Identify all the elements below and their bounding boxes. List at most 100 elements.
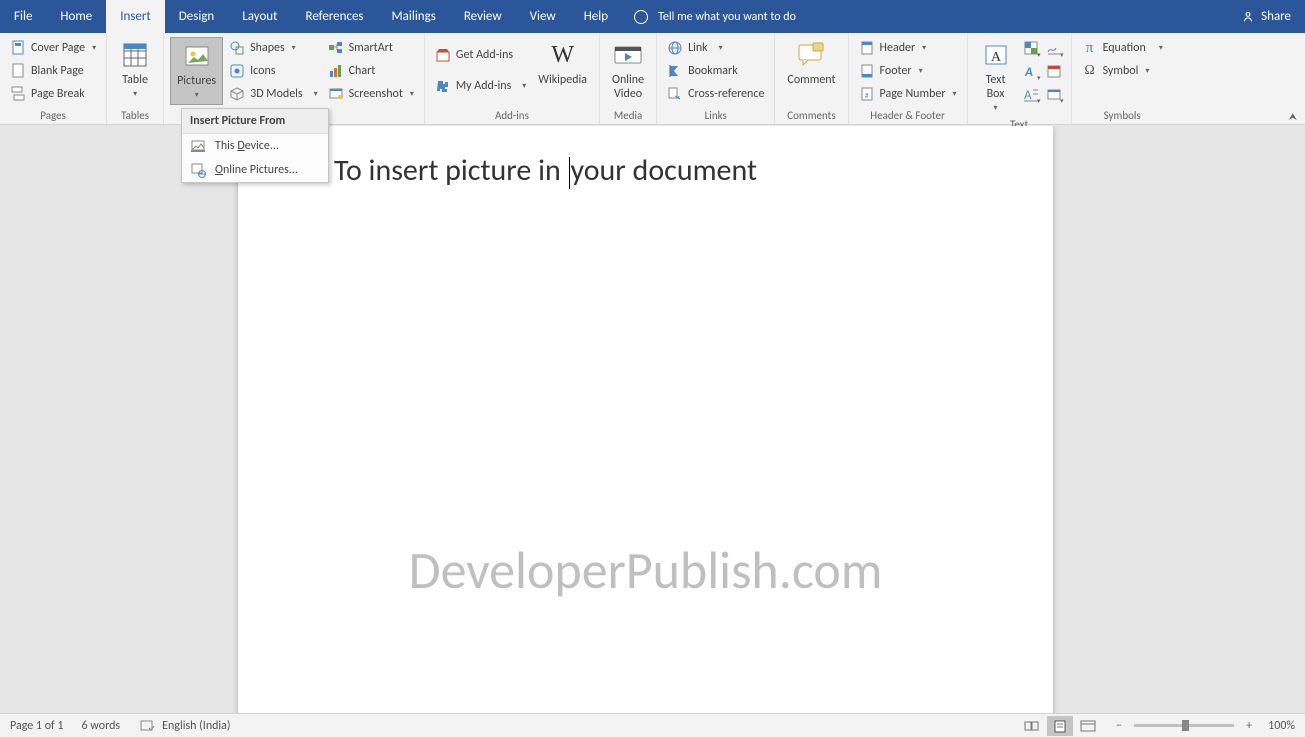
dropdown-icon: ▾ (92, 43, 96, 53)
tell-me[interactable]: Tell me what you want to do (634, 0, 796, 33)
tab-references[interactable]: References (292, 0, 378, 33)
tab-help[interactable]: Help (570, 0, 622, 33)
cross-ref-icon (667, 86, 683, 102)
page-number-button[interactable]: #Page Number▾ (855, 83, 961, 105)
insert-picture-dropdown: Insert Picture From This Device... Onlin… (181, 108, 329, 183)
online-video-button[interactable]: Online Video (606, 37, 650, 103)
watermark: DeveloperPublish.com (238, 538, 1053, 602)
symbol-button[interactable]: ΩSymbol▾ (1078, 60, 1167, 82)
bookmark-button[interactable]: Bookmark (663, 60, 768, 82)
tab-home[interactable]: Home (46, 0, 106, 33)
document-area[interactable]: To insert picture in your document Devel… (0, 126, 1305, 713)
symbol-icon: Ω (1082, 63, 1098, 79)
cover-page-button[interactable]: Cover Page ▾ (6, 37, 100, 59)
link-button[interactable]: Link▾ (663, 37, 768, 59)
group-symbols-label: Symbols (1078, 108, 1167, 124)
print-layout-button[interactable] (1047, 716, 1073, 736)
page-number-icon: # (859, 86, 875, 102)
zoom-out-button[interactable]: − (1112, 719, 1126, 733)
date-time-icon (1046, 63, 1062, 79)
group-links: Link▾ Bookmark Cross-reference Links (657, 33, 775, 124)
comment-button[interactable]: Comment (781, 37, 841, 89)
tab-view[interactable]: View (516, 0, 570, 33)
language-indicator[interactable]: English (India) (162, 719, 230, 733)
text-box-button[interactable]: A Text Box▾ (974, 37, 1018, 117)
equation-button[interactable]: πEquation▾ (1078, 37, 1167, 59)
zoom-knob[interactable] (1182, 720, 1189, 731)
cover-page-label: Cover Page (31, 41, 85, 55)
pictures-label: Pictures (177, 74, 216, 88)
dropdown-icon: ▾ (410, 89, 414, 99)
smartart-label: SmartArt (349, 41, 393, 55)
collapse-ribbon-button[interactable]: ⮝ (1289, 110, 1298, 123)
chart-button[interactable]: Chart (324, 60, 418, 82)
pictures-icon (181, 40, 213, 72)
share-button[interactable]: Share (1241, 0, 1291, 33)
footer-icon (859, 63, 875, 79)
drop-cap-button[interactable]: A▾ (1020, 83, 1042, 105)
table-button[interactable]: Table ▾ (113, 37, 157, 103)
footer-button[interactable]: Footer▾ (855, 60, 961, 82)
zoom-level[interactable]: 100% (1268, 719, 1295, 733)
wordart-button[interactable]: A▾ (1020, 60, 1042, 82)
read-mode-button[interactable] (1019, 716, 1045, 736)
text-box-label: Text Box (986, 73, 1006, 101)
my-addins-button[interactable]: My Add-ins▾ (431, 75, 530, 97)
tab-design[interactable]: Design (165, 0, 228, 33)
web-layout-button[interactable] (1075, 716, 1101, 736)
date-time-button[interactable] (1043, 60, 1065, 82)
zoom-slider[interactable] (1134, 724, 1234, 727)
shapes-button[interactable]: Shapes▾ (225, 37, 322, 59)
tab-review[interactable]: Review (450, 0, 516, 33)
tab-insert[interactable]: Insert (106, 0, 165, 33)
page-break-button[interactable]: Page Break (6, 83, 100, 105)
page-indicator[interactable]: Page 1 of 1 (10, 719, 64, 733)
zoom-in-button[interactable]: + (1242, 719, 1256, 733)
video-icon (612, 39, 644, 71)
document-page[interactable]: To insert picture in your document Devel… (238, 126, 1053, 713)
quick-parts-button[interactable]: ▾ (1020, 37, 1042, 59)
pictures-button[interactable]: Pictures ▾ (170, 37, 223, 105)
object-button[interactable]: ▾ (1043, 83, 1065, 105)
svg-text:A: A (1024, 88, 1032, 102)
wikipedia-label: Wikipedia (538, 73, 587, 87)
group-header-footer: Header▾ Footer▾ #Page Number▾ Header & F… (849, 33, 968, 124)
get-addins-button[interactable]: Get Add-ins (431, 44, 530, 66)
spell-check-button[interactable] (135, 716, 161, 736)
group-symbols: πEquation▾ ΩSymbol▾ Symbols (1072, 33, 1173, 124)
header-button[interactable]: Header▾ (855, 37, 961, 59)
dropdown-icon: ▾ (919, 66, 923, 76)
online-pictures-item[interactable]: Online Pictures... (182, 158, 328, 182)
wikipedia-button[interactable]: W Wikipedia (532, 37, 593, 89)
tab-layout[interactable]: Layout (228, 0, 291, 33)
icons-button[interactable]: Icons (225, 60, 322, 82)
smartart-button[interactable]: SmartArt (324, 37, 418, 59)
dropdown-icon: ▾ (994, 101, 998, 115)
document-text[interactable]: To insert picture in your document (334, 152, 757, 189)
cover-page-icon (10, 40, 26, 56)
this-device-item[interactable]: This Device... (182, 134, 328, 158)
cross-reference-button[interactable]: Cross-reference (663, 83, 768, 105)
bookmark-label: Bookmark (688, 64, 738, 78)
word-count[interactable]: 6 words (82, 719, 121, 733)
dropdown-icon: ▾ (719, 43, 723, 53)
chart-icon (328, 63, 344, 79)
dropdown-icon: ▾ (133, 87, 137, 101)
equation-label: Equation (1103, 41, 1146, 55)
screenshot-button[interactable]: Screenshot▾ (324, 83, 418, 105)
page-break-label: Page Break (31, 87, 85, 101)
group-comments-label: Comments (781, 108, 841, 124)
dropdown-icon: ▾ (314, 89, 318, 99)
this-device-label: This Device... (215, 139, 279, 153)
screenshot-icon (328, 86, 344, 102)
signature-line-button[interactable]: ▾ (1043, 37, 1065, 59)
blank-page-button[interactable]: Blank Page (6, 60, 100, 82)
smartart-icon (328, 40, 344, 56)
web-layout-icon (1079, 719, 1097, 733)
tab-mailings[interactable]: Mailings (378, 0, 450, 33)
3d-models-button[interactable]: 3D Models▾ (225, 83, 322, 105)
header-icon (859, 40, 875, 56)
blank-page-icon (10, 63, 26, 79)
tab-file[interactable]: File (0, 0, 46, 33)
dropdown-title: Insert Picture From (182, 109, 328, 134)
